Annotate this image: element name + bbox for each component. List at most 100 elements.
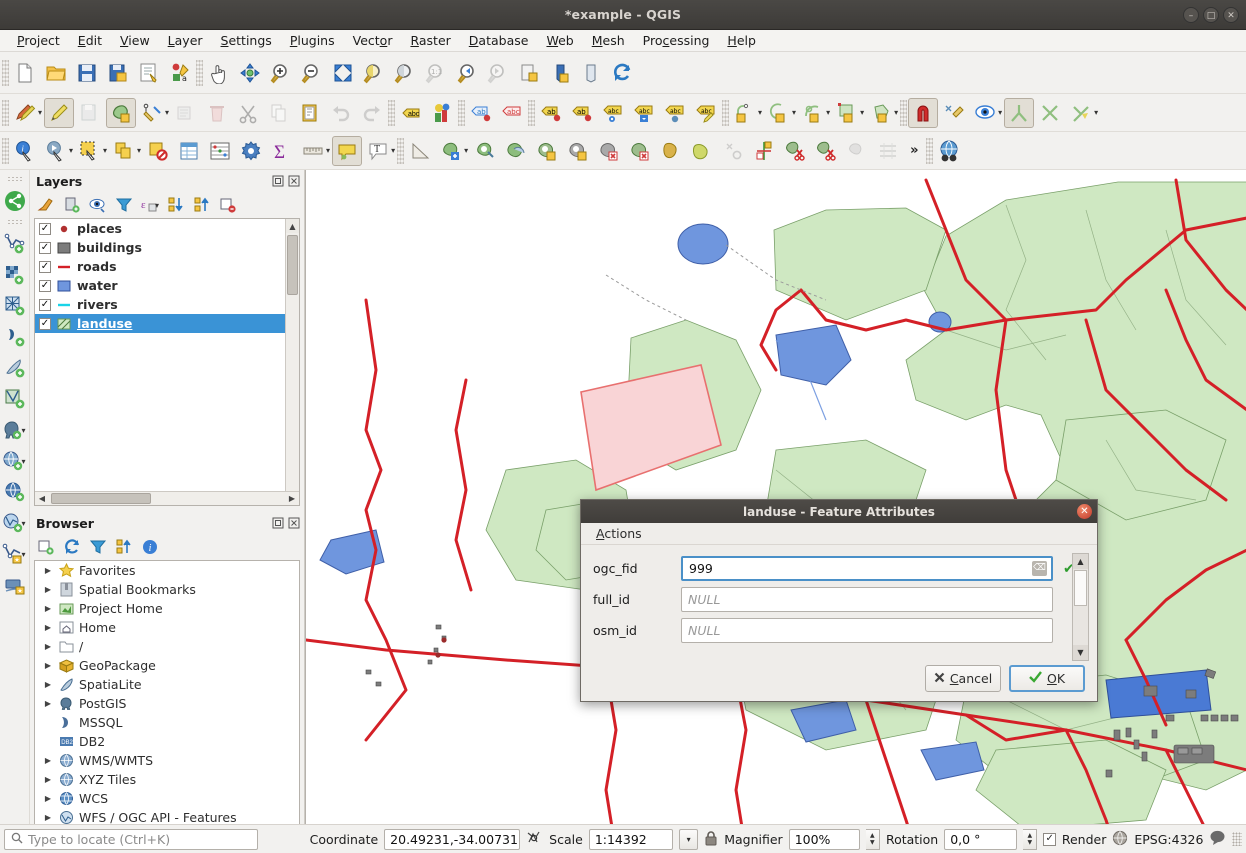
zoom-full-icon[interactable]	[328, 58, 358, 88]
new-project-icon[interactable]	[10, 58, 40, 88]
measure-angle-icon[interactable]	[405, 136, 435, 166]
resize-grip[interactable]	[1232, 832, 1242, 846]
delete-part-icon[interactable]	[594, 136, 624, 166]
menu-settings[interactable]: Settings	[212, 31, 281, 50]
select-features-icon[interactable]	[75, 136, 105, 166]
scrollbar-thumb[interactable]	[287, 235, 298, 295]
menu-edit[interactable]: Edit	[69, 31, 111, 50]
scale-dropdown-button[interactable]: ▾	[679, 829, 698, 850]
field-input-full_id[interactable]	[681, 587, 1053, 612]
add-vector-layer-icon[interactable]	[1, 229, 29, 259]
filter-legend-expression-icon[interactable]: ε▾	[138, 194, 162, 216]
menu-view[interactable]: View	[111, 31, 159, 50]
close-icon[interactable]	[287, 175, 300, 188]
toolbar-overflow-button[interactable]: »	[904, 143, 924, 158]
save-project-as-icon[interactable]	[103, 58, 133, 88]
style-manager-icon[interactable]: a	[165, 58, 195, 88]
undo-icon[interactable]	[326, 98, 356, 128]
toggle-editing-icon[interactable]	[44, 98, 74, 128]
toolbar-handle[interactable]	[397, 138, 404, 164]
avoid-intersections-icon[interactable]	[1035, 98, 1065, 128]
expand-arrow-icon[interactable]: ▶	[43, 566, 53, 575]
scroll-up-arrow[interactable]: ▲	[286, 219, 299, 233]
field-input-ogc_fid[interactable]	[681, 556, 1053, 581]
add-virtual-layer-icon[interactable]	[1, 384, 29, 414]
multi-edit-icon[interactable]	[873, 136, 903, 166]
add-polygon-feature-icon[interactable]	[106, 98, 136, 128]
fill-ring-icon[interactable]	[470, 136, 500, 166]
browser-item-spatialite[interactable]: ▶SpatiaLite	[35, 675, 299, 694]
simplify-feature-icon[interactable]	[656, 136, 686, 166]
add-ring-gear-icon[interactable]	[532, 136, 562, 166]
expand-arrow-icon[interactable]: ▶	[43, 699, 53, 708]
layer-visibility-checkbox[interactable]: ✓	[39, 280, 51, 292]
show-vertex-editor-icon[interactable]	[970, 98, 1000, 128]
browser-item-geopackage[interactable]: ▶GeoPackage	[35, 656, 299, 675]
split-parts-icon[interactable]	[780, 136, 810, 166]
add-wms-layer-icon[interactable]: ▾	[1, 446, 29, 476]
open-attribute-table-icon[interactable]	[174, 136, 204, 166]
collapse-all-icon[interactable]	[190, 194, 214, 216]
new-3d-map-view-icon[interactable]	[576, 58, 606, 88]
scroll-down-arrow[interactable]: ▼	[1073, 645, 1088, 660]
toolbar-handle[interactable]	[2, 138, 9, 164]
layer-visibility-checkbox[interactable]: ✓	[39, 299, 51, 311]
add-regular-polygon-icon[interactable]	[866, 98, 896, 128]
add-delimited-text-layer-icon[interactable]	[1, 322, 29, 352]
redo-icon[interactable]	[357, 98, 387, 128]
collapse-all-icon[interactable]	[112, 536, 136, 558]
layer-visibility-checkbox[interactable]: ✓	[39, 242, 51, 254]
expand-arrow-icon[interactable]: ▶	[43, 623, 53, 632]
snapping-options-icon[interactable]	[939, 98, 969, 128]
data-source-manager-icon[interactable]	[1, 186, 29, 216]
reshape-features-icon[interactable]	[625, 136, 655, 166]
browser-tree[interactable]: ▶Favorites▶Spatial Bookmarks▶Project Hom…	[34, 560, 300, 848]
layers-tree[interactable]: ✓places✓buildings✓roads✓water✓rivers✓lan…	[34, 218, 300, 506]
manage-map-themes-icon[interactable]	[86, 194, 110, 216]
dialog-scrollbar[interactable]: ▲ ▼	[1072, 553, 1089, 661]
menu-processing[interactable]: Processing	[634, 31, 719, 50]
add-postgis-layer-icon[interactable]: ▾	[1, 415, 29, 445]
ok-button[interactable]: OK	[1009, 665, 1085, 692]
delete-selected-icon[interactable]	[202, 98, 232, 128]
add-spatialite-layer-icon[interactable]	[1, 353, 29, 383]
browser-item--[interactable]: ▶/	[35, 637, 299, 656]
zoom-next-icon[interactable]	[483, 58, 513, 88]
layer-item-buildings[interactable]: ✓buildings	[35, 238, 299, 257]
highlight-pinned-labels-icon[interactable]: abc	[396, 98, 426, 128]
scale-value[interactable]: 1:14392	[589, 829, 673, 850]
add-selected-layers-icon[interactable]	[34, 536, 58, 558]
expand-all-icon[interactable]	[164, 194, 188, 216]
menu-raster[interactable]: Raster	[401, 31, 459, 50]
offset-curve-icon[interactable]	[687, 136, 717, 166]
layer-item-water[interactable]: ✓water	[35, 276, 299, 295]
undock-icon[interactable]	[271, 517, 284, 530]
layer-item-rivers[interactable]: ✓rivers	[35, 295, 299, 314]
expand-arrow-icon[interactable]: ▶	[43, 585, 53, 594]
menu-vector[interactable]: Vector	[344, 31, 402, 50]
expand-arrow-icon[interactable]: ▶	[43, 756, 53, 765]
zoom-last-icon[interactable]	[452, 58, 482, 88]
snap-overlap-icon[interactable]	[1066, 98, 1096, 128]
toolbar-handle[interactable]	[458, 100, 465, 126]
menu-mesh[interactable]: Mesh	[583, 31, 634, 50]
browser-item-home[interactable]: ▶Home	[35, 618, 299, 637]
change-label-icon[interactable]: abc	[691, 98, 721, 128]
scroll-left-arrow[interactable]: ◀	[35, 492, 49, 505]
properties-icon[interactable]: i	[138, 536, 162, 558]
field-input-osm_id[interactable]	[681, 618, 1053, 643]
browser-item-favorites[interactable]: ▶Favorites	[35, 561, 299, 580]
rotate-label-icon[interactable]: ab	[567, 98, 597, 128]
toolbar-handle[interactable]	[2, 100, 9, 126]
identify-features-icon[interactable]: i	[10, 136, 40, 166]
magnifier-value[interactable]: 100%	[789, 829, 860, 850]
globe-icon[interactable]	[1112, 830, 1128, 849]
actions-menu[interactable]: Actions	[589, 525, 649, 542]
minimize-button[interactable]: –	[1183, 7, 1199, 23]
coordinate-value[interactable]: 20.49231,-34.00731	[384, 829, 520, 850]
cut-features-icon[interactable]	[233, 98, 263, 128]
run-feature-action-icon[interactable]	[41, 136, 71, 166]
deselect-features-icon[interactable]	[143, 136, 173, 166]
browser-item-project-home[interactable]: ▶Project Home	[35, 599, 299, 618]
vertex-tool-icon[interactable]	[137, 98, 167, 128]
